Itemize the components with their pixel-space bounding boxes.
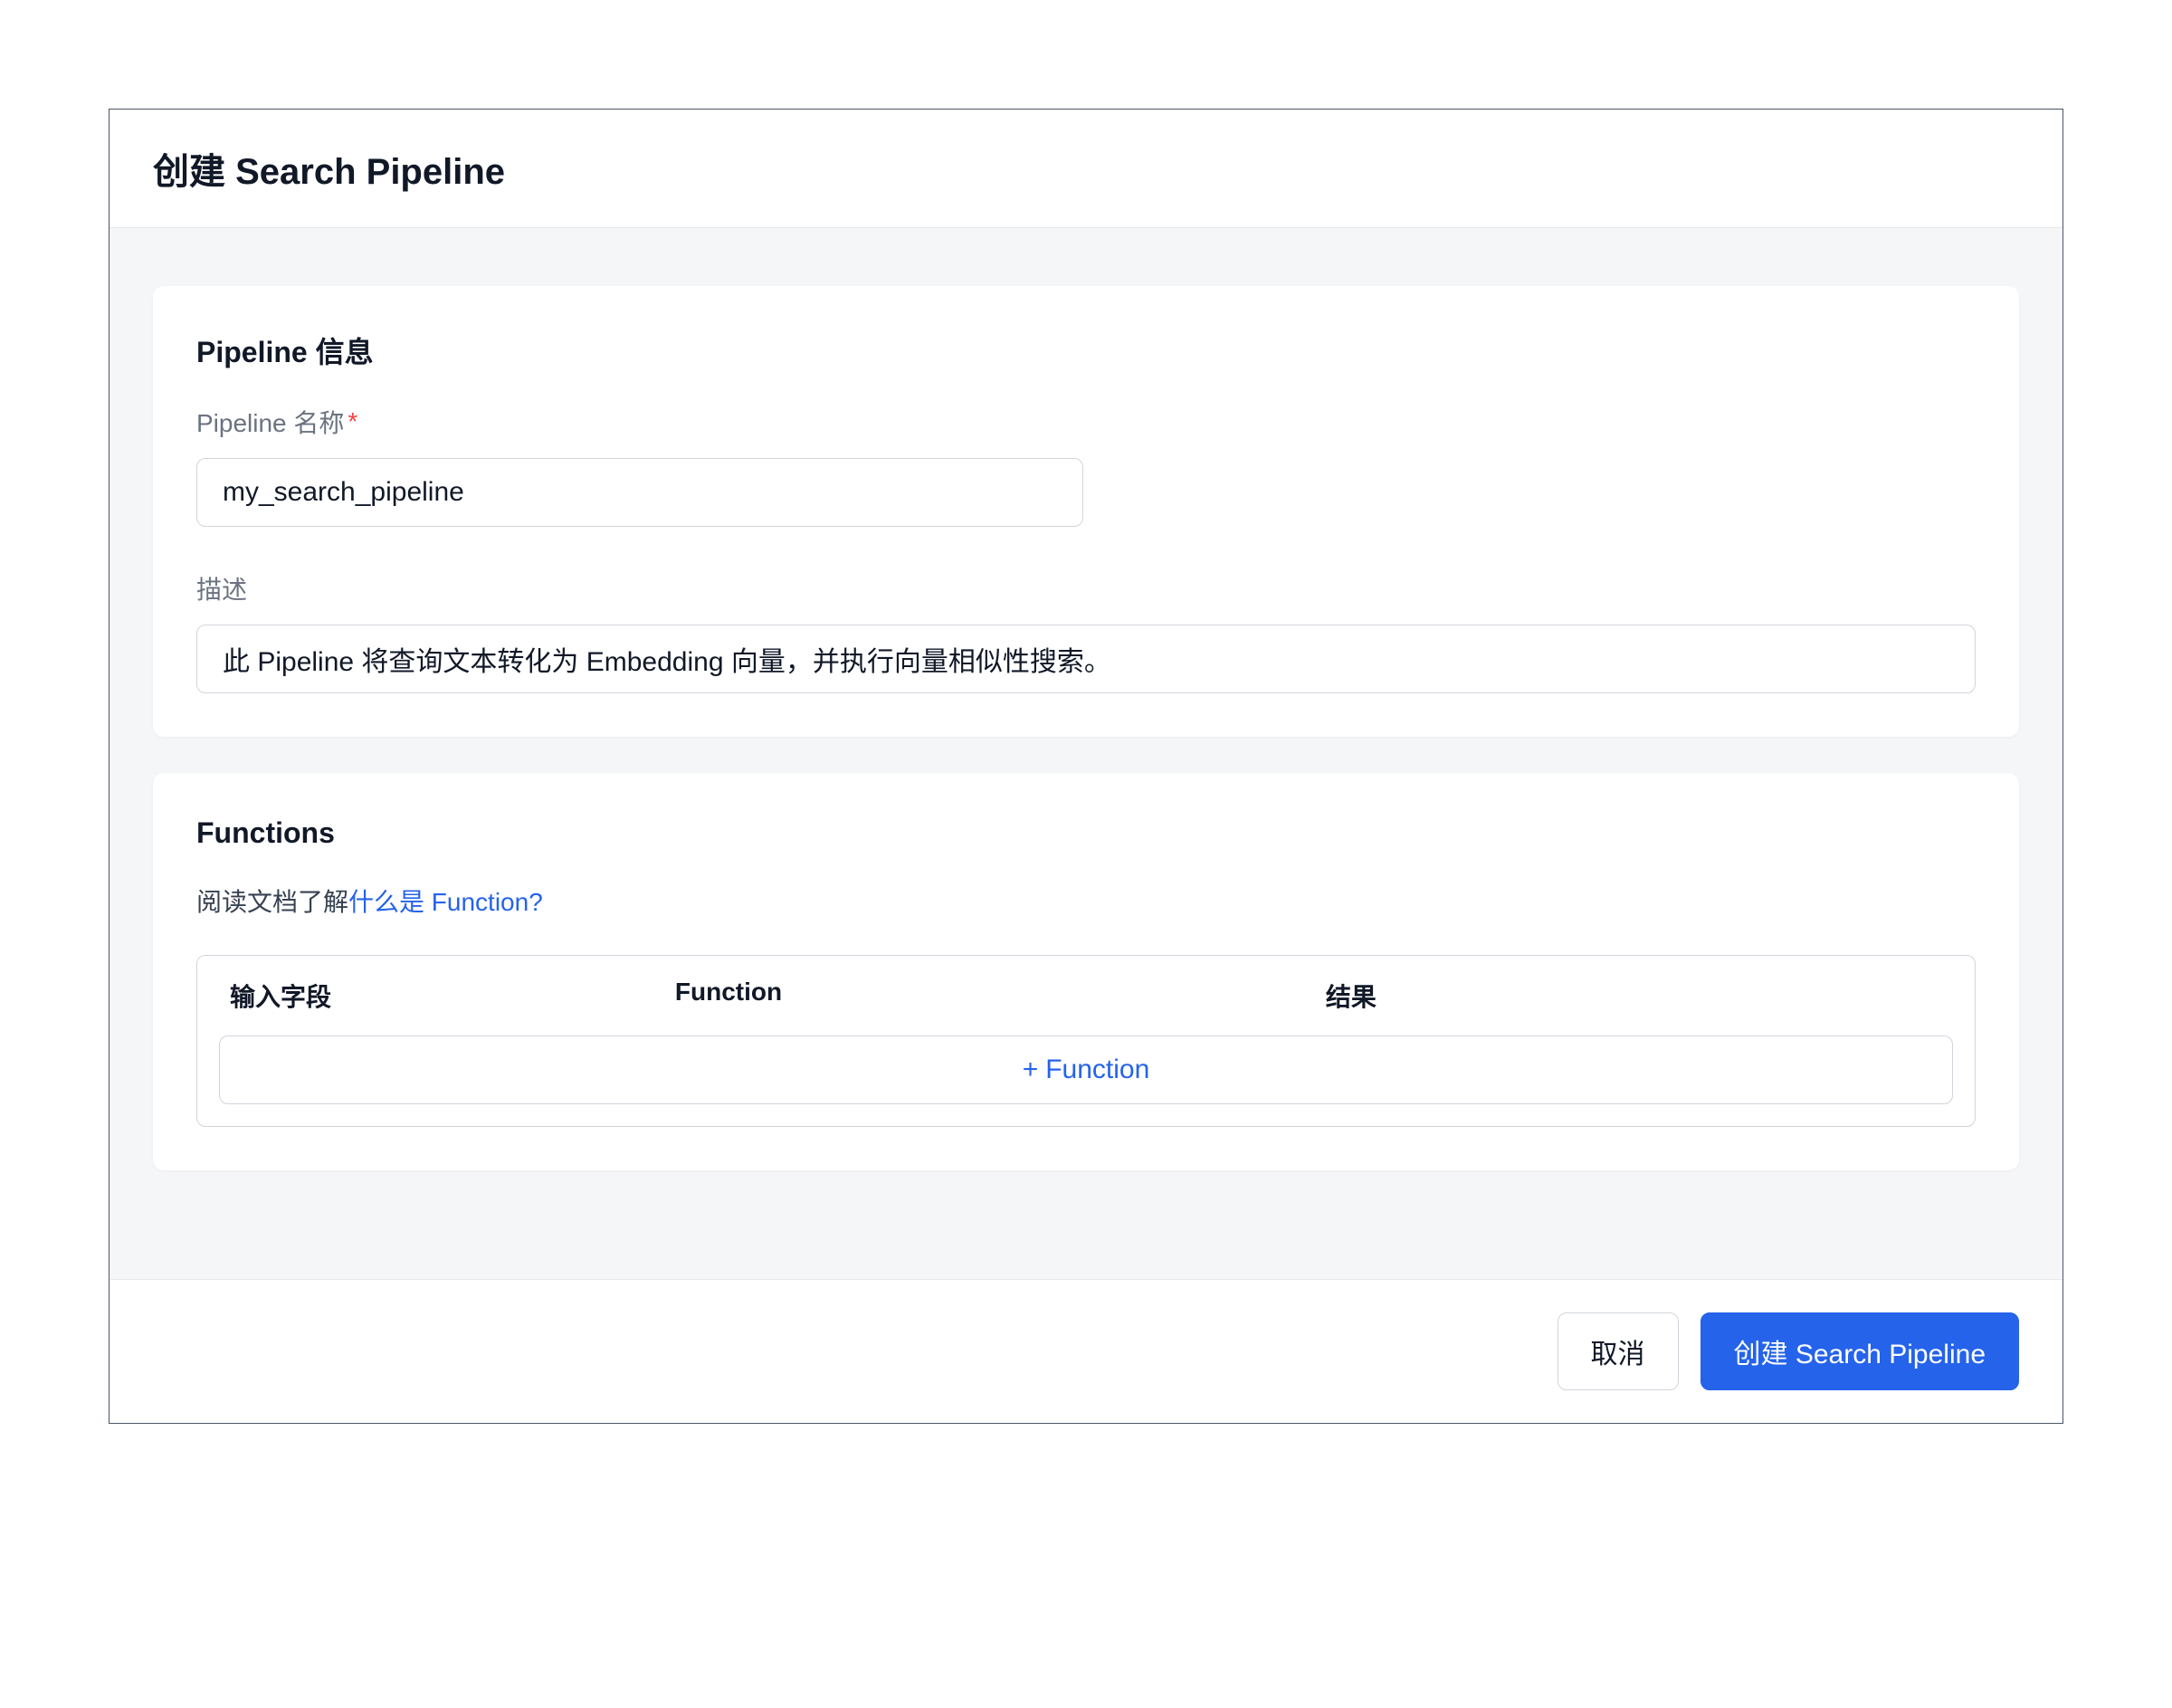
functions-title: Functions <box>196 816 1976 850</box>
functions-table: 输入字段 Function 结果 +Function <box>196 955 1976 1127</box>
functions-help-text: 阅读文档了解什么是 Function? <box>196 883 1976 919</box>
dialog-header: 创建 Search Pipeline <box>110 110 2062 228</box>
dialog-title: 创建 Search Pipeline <box>153 142 2019 195</box>
functions-card: Functions 阅读文档了解什么是 Function? 输入字段 Funct… <box>153 773 2019 1170</box>
pipeline-desc-label: 描述 <box>196 570 1976 606</box>
pipeline-name-label-text: Pipeline 名称 <box>196 404 344 440</box>
col-function-header: Function <box>675 978 1326 1014</box>
cancel-button[interactable]: 取消 <box>1558 1312 1679 1390</box>
pipeline-desc-field: 描述 <box>196 570 1976 693</box>
add-function-button[interactable]: +Function <box>219 1035 1953 1104</box>
pipeline-info-title: Pipeline 信息 <box>196 329 1976 371</box>
dialog-body: Pipeline 信息 Pipeline 名称 * 描述 Functions 阅… <box>110 228 2062 1279</box>
create-pipeline-button[interactable]: 创建 Search Pipeline <box>1700 1312 2019 1390</box>
dialog-footer: 取消 创建 Search Pipeline <box>110 1279 2062 1423</box>
pipeline-name-label: Pipeline 名称 * <box>196 404 1976 440</box>
pipeline-name-field: Pipeline 名称 * <box>196 404 1976 527</box>
create-pipeline-dialog: 创建 Search Pipeline Pipeline 信息 Pipeline … <box>109 109 2063 1424</box>
pipeline-name-input[interactable] <box>196 458 1083 527</box>
required-mark-icon: * <box>348 407 357 436</box>
plus-icon: + <box>1023 1054 1039 1084</box>
what-is-function-link[interactable]: 什么是 Function? <box>348 888 543 916</box>
functions-help-prefix: 阅读文档了解 <box>196 888 348 916</box>
pipeline-info-card: Pipeline 信息 Pipeline 名称 * 描述 <box>153 286 2019 737</box>
add-function-label: Function <box>1045 1054 1149 1084</box>
functions-table-header: 输入字段 Function 结果 <box>197 956 1975 1035</box>
pipeline-desc-input[interactable] <box>196 625 1976 693</box>
col-result-header: 结果 <box>1326 978 1942 1014</box>
col-input-header: 输入字段 <box>230 978 675 1014</box>
